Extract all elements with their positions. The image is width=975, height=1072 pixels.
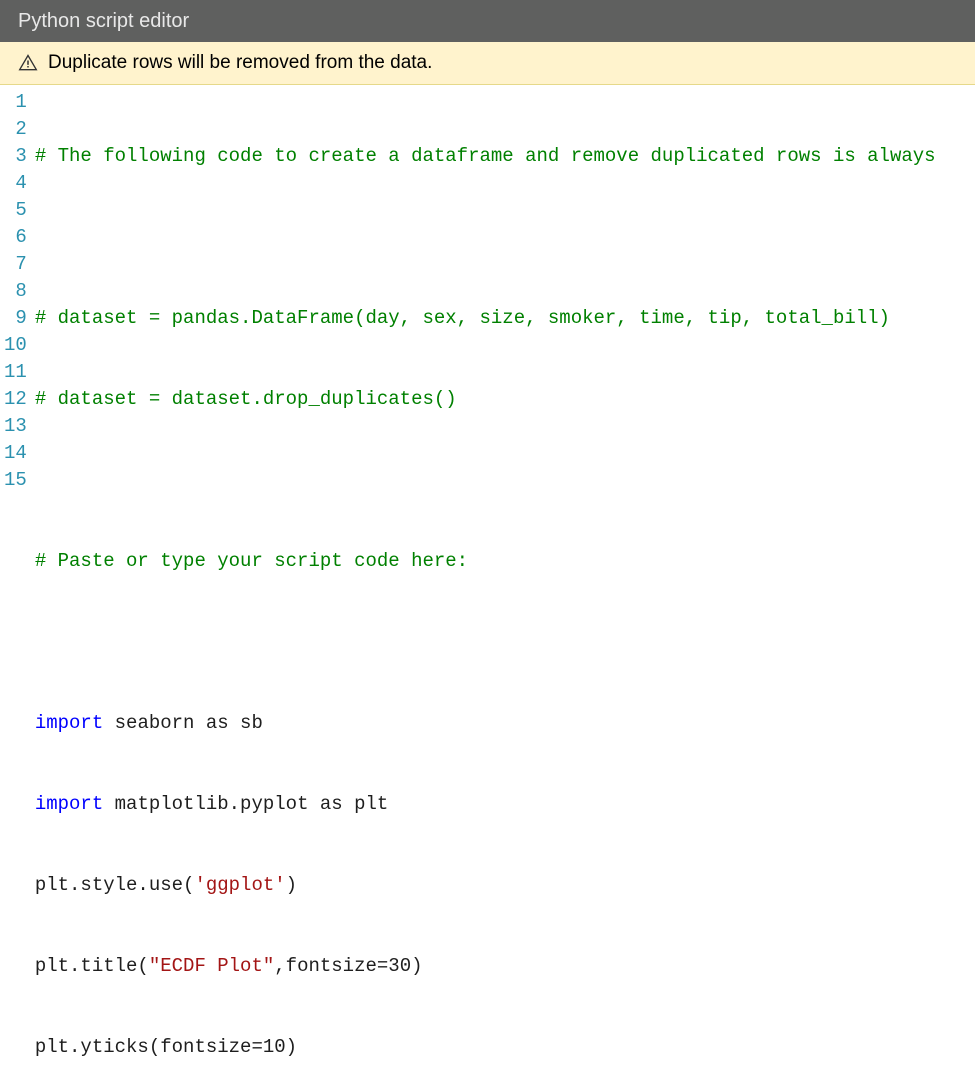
code-line xyxy=(35,629,936,656)
code-line: # dataset = pandas.DataFrame(day, sex, s… xyxy=(35,305,936,332)
line-number: 3 xyxy=(4,143,27,170)
code-text: ) xyxy=(286,1036,297,1058)
line-number: 13 xyxy=(4,413,27,440)
code-line: # Paste or type your script code here: xyxy=(35,548,936,575)
line-number: 7 xyxy=(4,251,27,278)
warning-text: Duplicate rows will be removed from the … xyxy=(48,52,432,74)
string: 'ggplot' xyxy=(194,874,285,896)
code-line: plt.style.use('ggplot') xyxy=(35,872,936,899)
code-text: seaborn as sb xyxy=(103,712,263,734)
line-number: 6 xyxy=(4,224,27,251)
code-text: ) xyxy=(286,874,297,896)
comment: # dataset = dataset.drop_duplicates() xyxy=(35,388,457,410)
comment: # The following code to create a datafra… xyxy=(35,145,936,167)
keyword: import xyxy=(35,712,103,734)
line-number-gutter: 1 2 3 4 5 6 7 8 9 10 11 12 13 14 15 xyxy=(0,89,35,1072)
code-line: # The following code to create a datafra… xyxy=(35,143,936,170)
warning-icon xyxy=(18,53,38,73)
editor-titlebar: Python script editor xyxy=(0,0,975,42)
code-line xyxy=(35,224,936,251)
line-number: 10 xyxy=(4,332,27,359)
line-number: 4 xyxy=(4,170,27,197)
code-line: import seaborn as sb xyxy=(35,710,936,737)
code-line: import matplotlib.pyplot as plt xyxy=(35,791,936,818)
code-editor[interactable]: 1 2 3 4 5 6 7 8 9 10 11 12 13 14 15 # Th… xyxy=(0,85,975,1072)
line-number: 11 xyxy=(4,359,27,386)
line-number: 14 xyxy=(4,440,27,467)
string: "ECDF Plot" xyxy=(149,955,274,977)
keyword: import xyxy=(35,793,103,815)
code-text: plt.title( xyxy=(35,955,149,977)
line-number: 2 xyxy=(4,116,27,143)
line-number: 15 xyxy=(4,467,27,494)
code-line: plt.title("ECDF Plot",fontsize=30) xyxy=(35,953,936,980)
line-number: 8 xyxy=(4,278,27,305)
code-text: plt.yticks(fontsize= xyxy=(35,1036,263,1058)
line-number: 9 xyxy=(4,305,27,332)
code-text: ,fontsize= xyxy=(274,955,388,977)
code-content[interactable]: # The following code to create a datafra… xyxy=(35,89,936,1072)
line-number: 5 xyxy=(4,197,27,224)
line-number: 12 xyxy=(4,386,27,413)
number: 30 xyxy=(388,955,411,977)
code-text: ) xyxy=(411,955,422,977)
number: 10 xyxy=(263,1036,286,1058)
code-line xyxy=(35,467,936,494)
editor-title: Python script editor xyxy=(18,10,189,33)
line-number: 1 xyxy=(4,89,27,116)
code-line: # dataset = dataset.drop_duplicates() xyxy=(35,386,936,413)
code-text: plt.style.use( xyxy=(35,874,195,896)
warning-bar: Duplicate rows will be removed from the … xyxy=(0,42,975,85)
code-text: matplotlib.pyplot as plt xyxy=(103,793,388,815)
comment: # Paste or type your script code here: xyxy=(35,550,468,572)
comment: # dataset = pandas.DataFrame(day, sex, s… xyxy=(35,307,890,329)
code-line: plt.yticks(fontsize=10) xyxy=(35,1034,936,1061)
